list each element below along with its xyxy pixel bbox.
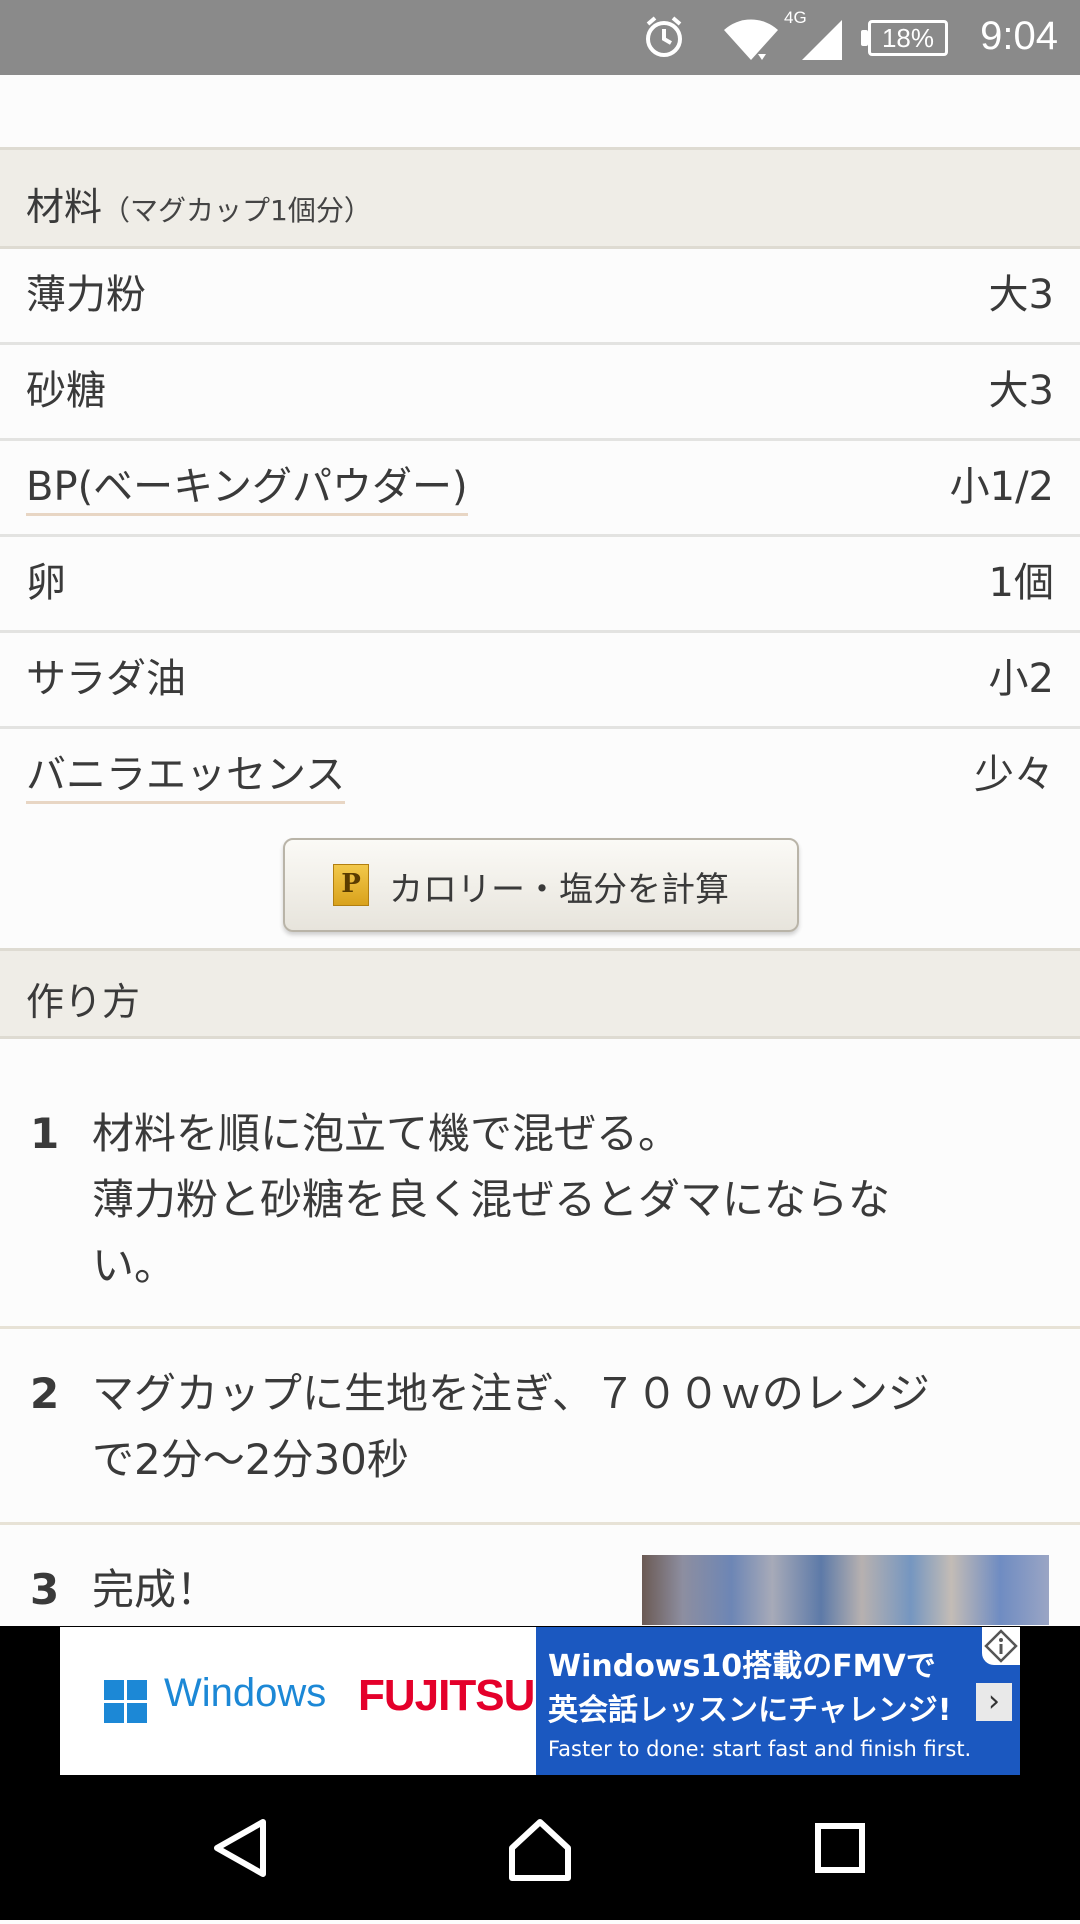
ad-headline: Windows10搭載のFMVで — [548, 1649, 936, 1684]
premium-point-icon: P — [333, 864, 369, 906]
calc-button-label: カロリー・塩分を計算 — [389, 870, 729, 910]
windows-logo-icon — [104, 1680, 148, 1724]
home-icon — [509, 1819, 571, 1881]
fujitsu-logo: FUJITSU — [358, 1671, 535, 1720]
ingredient-quantity: 大3 — [988, 368, 1054, 414]
ingredient-name: サラダ油 — [26, 656, 186, 702]
ingredient-name: 砂糖 — [26, 368, 106, 414]
ingredient-row: 砂糖 大3 — [0, 345, 1080, 441]
serving-size: （マグカップ1個分） — [102, 194, 372, 227]
step-line: 薄力粉と砂糖を良く混ぜるとダマにならな — [92, 1175, 891, 1224]
ingredient-row: 薄力粉 大3 — [0, 249, 1080, 345]
navigation-bar — [0, 1776, 1080, 1920]
ingredients-title-wrap: 材料（マグカップ1個分） — [26, 176, 372, 231]
calorie-salt-calc-button[interactable]: P カロリー・塩分を計算 — [283, 838, 799, 932]
ad-tagline: Faster to done: start fast and finish fi… — [548, 1737, 972, 1761]
recents-icon — [815, 1823, 865, 1873]
ad-arrow-button[interactable]: › — [976, 1683, 1012, 1721]
ad-message: Windows10搭載のFMVで 英会話レッスンにチャレンジ! Faster t… — [536, 1627, 1020, 1775]
wifi-icon — [724, 19, 778, 60]
status-bar: 4G 18% 9:04 — [0, 0, 1080, 75]
step-1: 1 材料を順に泡立て機で混ぜる。 薄力粉と砂糖を良く混ぜるとダマにならな い。 — [0, 1039, 1080, 1329]
recents-button[interactable] — [770, 1776, 910, 1920]
battery-nub — [861, 30, 868, 46]
step-line: マグカップに生地を注ぎ、７００ｗのレンジ — [92, 1369, 930, 1418]
step-line: で2分〜2分30秒 — [92, 1435, 409, 1484]
step-line: 材料を順に泡立て機で混ぜる。 — [92, 1109, 681, 1158]
alarm-icon — [646, 16, 682, 57]
step-line: 完成！ — [92, 1565, 219, 1614]
step-text: マグカップに生地を注ぎ、７００ｗのレンジ で2分〜2分30秒 — [92, 1361, 1052, 1493]
ingredient-row: 卵 1個 — [0, 537, 1080, 633]
ingredient-name: 薄力粉 — [26, 272, 146, 318]
ad-subheadline: 英会話レッスンにチャレンジ! — [548, 1693, 952, 1728]
cell-signal-icon — [802, 20, 842, 60]
step-number: 3 — [30, 1565, 60, 1614]
ingredient-name: 卵 — [26, 560, 66, 606]
directions-title: 作り方 — [26, 980, 141, 1024]
home-button[interactable] — [470, 1776, 610, 1920]
ingredient-row: バニラエッセンス 少々 — [0, 729, 1080, 825]
back-button[interactable] — [171, 1776, 311, 1920]
ingredient-quantity: 少々 — [974, 752, 1054, 798]
ingredient-link-bp[interactable]: BP(ベーキングパウダー) — [26, 461, 468, 516]
ingredient-row: BP(ベーキングパウダー) 小1/2 — [0, 441, 1080, 537]
ingredient-quantity: 小2 — [988, 656, 1054, 702]
ingredient-quantity: 1個 — [988, 560, 1054, 606]
ad-logo-area: Windows FUJITSU — [60, 1627, 536, 1775]
ingredient-link-vanilla[interactable]: バニラエッセンス — [26, 749, 346, 804]
ingredients-header: 材料（マグカップ1個分） — [0, 147, 1080, 249]
step-2: 2 マグカップに生地を注ぎ、７００ｗのレンジ で2分〜2分30秒 — [0, 1329, 1080, 1525]
ingredient-quantity: 小1/2 — [949, 464, 1054, 510]
step-number: 2 — [30, 1369, 60, 1418]
ad-info-icon[interactable] — [982, 1627, 1020, 1665]
windows-label: Windows — [164, 1671, 327, 1715]
step-text: 完成！ — [92, 1557, 612, 1623]
step-number: 1 — [30, 1109, 60, 1158]
battery-icon: 18% — [868, 20, 948, 56]
back-icon — [214, 1819, 266, 1877]
ingredient-quantity: 大3 — [988, 272, 1054, 318]
step-line: い。 — [92, 1241, 177, 1290]
directions-header: 作り方 — [0, 948, 1080, 1039]
ingredient-row: サラダ油 小2 — [0, 633, 1080, 729]
step-text: 材料を順に泡立て機で混ぜる。 薄力粉と砂糖を良く混ぜるとダマにならな い。 — [92, 1101, 1052, 1299]
step-3-photo[interactable] — [642, 1555, 1049, 1625]
ad-banner[interactable]: Windows FUJITSU Windows10搭載のFMVで 英会話レッスン… — [60, 1627, 1020, 1775]
ingredients-title: 材料 — [26, 185, 103, 229]
clock: 9:04 — [980, 14, 1058, 58]
